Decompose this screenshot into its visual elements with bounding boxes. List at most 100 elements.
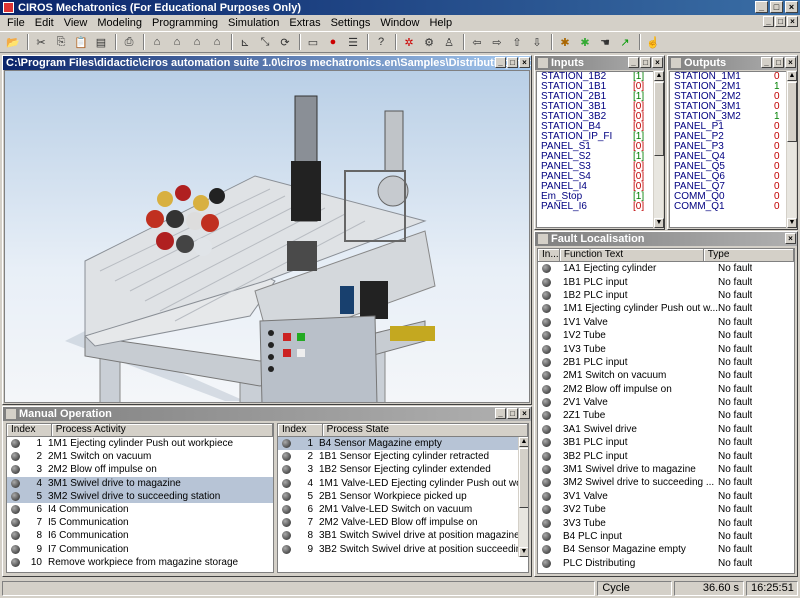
scroll-thumb[interactable] xyxy=(787,82,797,142)
outputs-close-button[interactable]: × xyxy=(785,57,796,68)
menu-extras[interactable]: Extras xyxy=(284,17,325,29)
fault-row[interactable]: 2M1 Switch on vacuum No fault xyxy=(538,369,794,382)
arrow-up-icon[interactable]: ⇧ xyxy=(508,33,526,51)
robot-icon[interactable]: ♙ xyxy=(440,33,458,51)
arrow-left-icon[interactable]: ⇦ xyxy=(468,33,486,51)
manual-minimize-button[interactable]: _ xyxy=(495,408,506,419)
fault-row[interactable]: 3A1 Swivel drive No fault xyxy=(538,423,794,436)
manual-close-button[interactable]: × xyxy=(519,408,530,419)
process-activity-row[interactable]: 6 I4 Communication xyxy=(7,503,273,516)
scroll-down-arrow[interactable]: ▼ xyxy=(787,218,797,228)
process-state-row[interactable]: 9 3B2 Switch Swivel drive at position suc… xyxy=(278,543,528,556)
scroll-up-arrow[interactable]: ▲ xyxy=(519,437,528,447)
fault-row[interactable]: 3M2 Swivel drive to succeeding ... No fau… xyxy=(538,476,794,489)
close-button[interactable]: × xyxy=(785,1,798,13)
axes-rotate-icon[interactable]: ⟳ xyxy=(276,33,294,51)
col-header-index[interactable]: Index xyxy=(7,424,52,436)
state-scrollbar[interactable]: ▲ ▼ xyxy=(518,437,528,557)
menu-programming[interactable]: Programming xyxy=(147,17,223,29)
fault-row[interactable]: 3B2 PLC input No fault xyxy=(538,449,794,462)
open-folder-icon[interactable]: 📂 xyxy=(4,33,22,51)
process-state-row[interactable]: 2 1B1 Sensor Ejecting cylinder retracted xyxy=(278,450,528,463)
axes-icon[interactable]: ⊾ xyxy=(236,33,254,51)
process-activity-row[interactable]: 8 I6 Communication xyxy=(7,529,273,542)
menu-simulation[interactable]: Simulation xyxy=(223,17,284,29)
scroll-up-arrow[interactable]: ▲ xyxy=(654,71,664,81)
inputs-maximize-button[interactable]: □ xyxy=(640,57,651,68)
3d-viewport[interactable] xyxy=(4,70,530,403)
manual-maximize-button[interactable]: □ xyxy=(507,408,518,419)
scene-maximize-button[interactable]: □ xyxy=(507,57,518,68)
fault-row[interactable]: 3V2 Tube No fault xyxy=(538,503,794,516)
fault-row[interactable]: 2V1 Valve No fault xyxy=(538,396,794,409)
col-header-index[interactable]: In... xyxy=(538,249,560,261)
stop-icon[interactable]: ● xyxy=(324,33,342,51)
doc-icon[interactable]: ▭ xyxy=(304,33,322,51)
scene-title-bar[interactable]: C:\Program Files\didactic\ciros automati… xyxy=(3,56,531,70)
scene-close-button[interactable]: × xyxy=(519,57,530,68)
col-header-type[interactable]: Type xyxy=(704,249,794,261)
house-run-icon[interactable]: ⌂ xyxy=(188,33,206,51)
fault-row[interactable]: 1V1 Valve No fault xyxy=(538,316,794,329)
input-row[interactable]: PANEL_I6 [0] xyxy=(537,202,662,212)
fault-row[interactable]: 2B1 PLC input No fault xyxy=(538,356,794,369)
process-state-row[interactable]: 4 1M1 Valve-LED Ejecting cylinder Push ou… xyxy=(278,477,528,490)
process-state-row[interactable]: 1 B4 Sensor Magazine empty xyxy=(278,437,528,451)
hand-wave-icon[interactable]: ☚ xyxy=(596,33,614,51)
help-pointer-icon[interactable]: ? xyxy=(372,33,390,51)
paste-special-icon[interactable]: ▤ xyxy=(92,33,110,51)
fault-row[interactable]: 3V1 Valve No fault xyxy=(538,490,794,503)
fault-row[interactable]: 3M1 Swivel drive to magazine No fault xyxy=(538,463,794,476)
axes-scale-icon[interactable]: ⤡ xyxy=(256,33,274,51)
copy-icon[interactable]: ⎘ xyxy=(52,33,70,51)
menu-file[interactable]: File xyxy=(2,17,30,29)
scroll-down-arrow[interactable]: ▼ xyxy=(519,547,528,557)
gripper-icon[interactable]: ⚙ xyxy=(420,33,438,51)
mdi-minimize-button[interactable]: _ xyxy=(763,16,774,27)
col-header-process-activity[interactable]: Process Activity xyxy=(52,424,273,436)
fault-row[interactable]: PLC Distributing No fault xyxy=(538,557,794,570)
fault-row[interactable]: 1A1 Ejecting cylinder No fault xyxy=(538,262,794,275)
process-activity-row[interactable]: 9 I7 Communication xyxy=(7,543,273,556)
process-activity-row[interactable]: 1 1M1 Ejecting cylinder Push out workpiec… xyxy=(7,437,273,450)
robot-arm-icon[interactable]: ✲ xyxy=(400,33,418,51)
app-title-bar[interactable]: CIROS Mechatronics (For Educational Purp… xyxy=(0,0,800,15)
scroll-thumb[interactable] xyxy=(519,448,528,508)
fault-close-button[interactable]: × xyxy=(785,233,796,244)
fault-row[interactable]: 2Z1 Tube No fault xyxy=(538,409,794,422)
process-activity-row[interactable]: 3 2M2 Blow off impulse on xyxy=(7,463,273,476)
mdi-close-button[interactable]: × xyxy=(787,16,798,27)
menu-edit[interactable]: Edit xyxy=(30,17,59,29)
process-activity-row[interactable]: 2 2M1 Switch on vacuum xyxy=(7,450,273,463)
fault-row[interactable]: 1V3 Tube No fault xyxy=(538,342,794,355)
house-icon[interactable]: ⌂ xyxy=(148,33,166,51)
inputs-minimize-button[interactable]: _ xyxy=(628,57,639,68)
menu-view[interactable]: View xyxy=(59,17,93,29)
arrow-down-icon[interactable]: ⇩ xyxy=(528,33,546,51)
scroll-up-arrow[interactable]: ▲ xyxy=(787,71,797,81)
col-header-index[interactable]: Index xyxy=(278,424,323,436)
fault-row[interactable]: 1B1 PLC input No fault xyxy=(538,275,794,288)
bug-green-icon[interactable]: ✱ xyxy=(576,33,594,51)
fault-row[interactable]: B4 PLC input No fault xyxy=(538,530,794,543)
house-up-icon[interactable]: ⌂ xyxy=(168,33,186,51)
fault-row[interactable]: 3B1 PLC input No fault xyxy=(538,436,794,449)
fault-row[interactable]: 2M2 Blow off impulse on No fault xyxy=(538,383,794,396)
process-activity-row[interactable]: 4 3M1 Swivel drive to magazine xyxy=(7,476,273,490)
inputs-scrollbar[interactable]: ▲ ▼ xyxy=(653,71,664,228)
house-active-icon[interactable]: ⌂ xyxy=(208,33,226,51)
maximize-button[interactable]: □ xyxy=(770,1,783,13)
col-header-process-state[interactable]: Process State xyxy=(323,424,528,436)
fault-row[interactable]: 1B2 PLC input No fault xyxy=(538,289,794,302)
inputs-list[interactable]: STATION_1B2 [1] STATION_1B1 [0] STATION_2B1[… xyxy=(536,71,663,228)
fault-title-bar[interactable]: Fault Localisation xyxy=(535,232,797,246)
process-state-row[interactable]: 8 3B1 Switch Swivel drive at position mag… xyxy=(278,529,528,542)
process-state-row[interactable]: 6 2M1 Valve-LED Switch on vacuum xyxy=(278,503,528,516)
scroll-thumb[interactable] xyxy=(654,82,664,156)
outputs-maximize-button[interactable]: □ xyxy=(773,57,784,68)
inputs-close-button[interactable]: × xyxy=(652,57,663,68)
mdi-restore-button[interactable]: □ xyxy=(775,16,786,27)
cut-icon[interactable]: ✂ xyxy=(32,33,50,51)
manual-title-bar[interactable]: Manual Operation xyxy=(3,407,531,421)
paste-icon[interactable]: 📋 xyxy=(72,33,90,51)
